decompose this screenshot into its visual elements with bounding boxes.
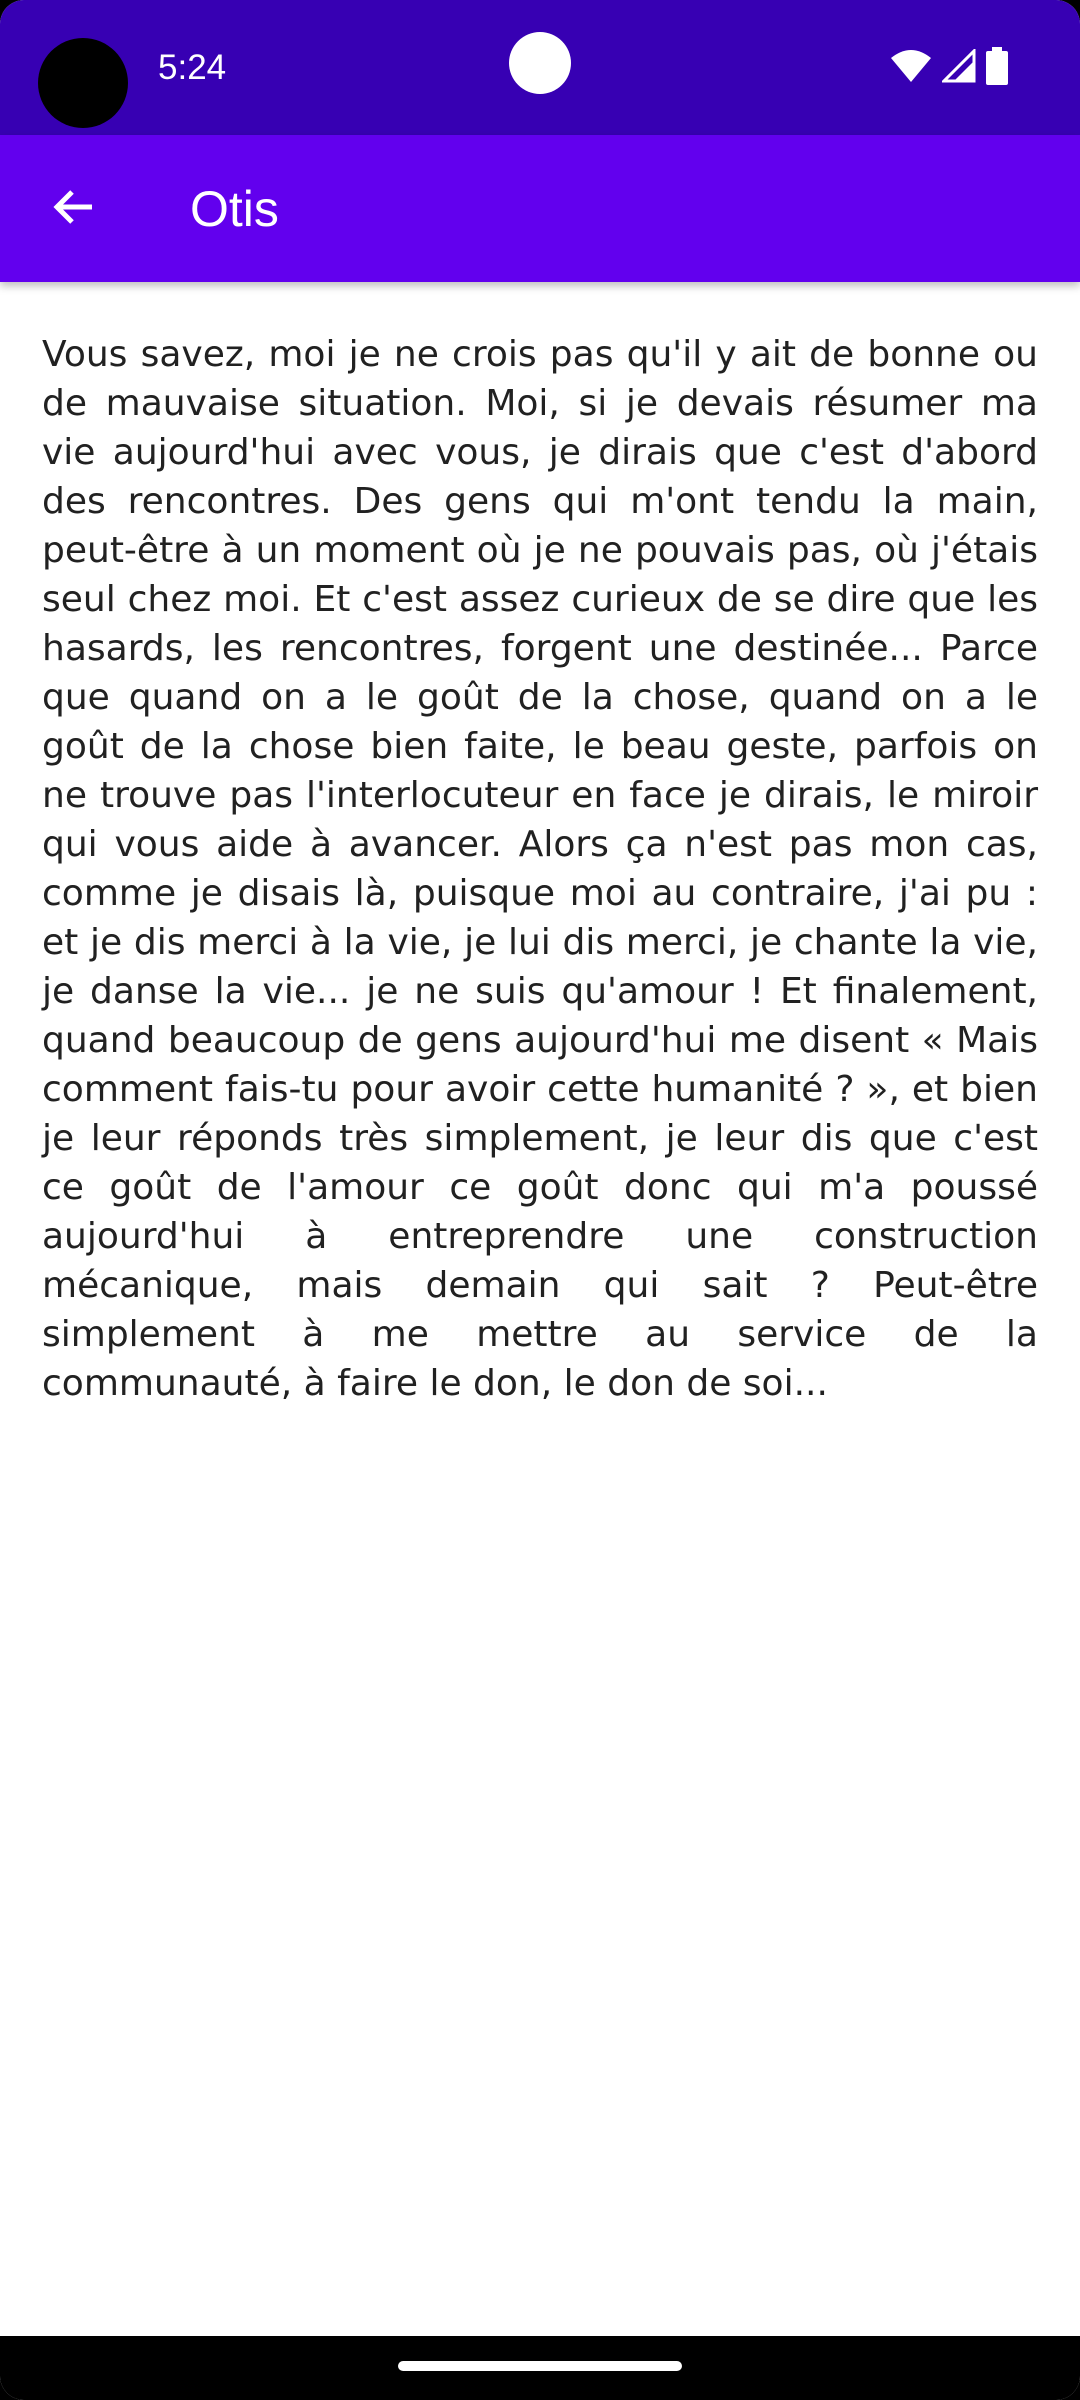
battery-icon (986, 46, 1008, 90)
arrow-back-icon (50, 183, 98, 236)
app-screen: 5:24 Otis Vous savez, moi je ne crois pa… (0, 0, 1080, 2400)
navigation-bar (0, 2336, 1080, 2400)
camera-cutout (38, 38, 128, 128)
status-icons (890, 46, 1008, 90)
status-bar: 5:24 (0, 0, 1080, 135)
cellular-signal-icon (940, 46, 976, 88)
wifi-icon (890, 48, 932, 89)
page-title: Otis (190, 181, 279, 237)
body-text: Vous savez, moi je ne crois pas qu'il y … (42, 334, 1038, 1404)
app-bar: Otis (0, 135, 1080, 282)
home-gesture-bar[interactable] (398, 2361, 682, 2371)
back-button[interactable] (32, 167, 116, 251)
status-time: 5:24 (158, 48, 227, 87)
notification-dot-icon (509, 32, 571, 94)
